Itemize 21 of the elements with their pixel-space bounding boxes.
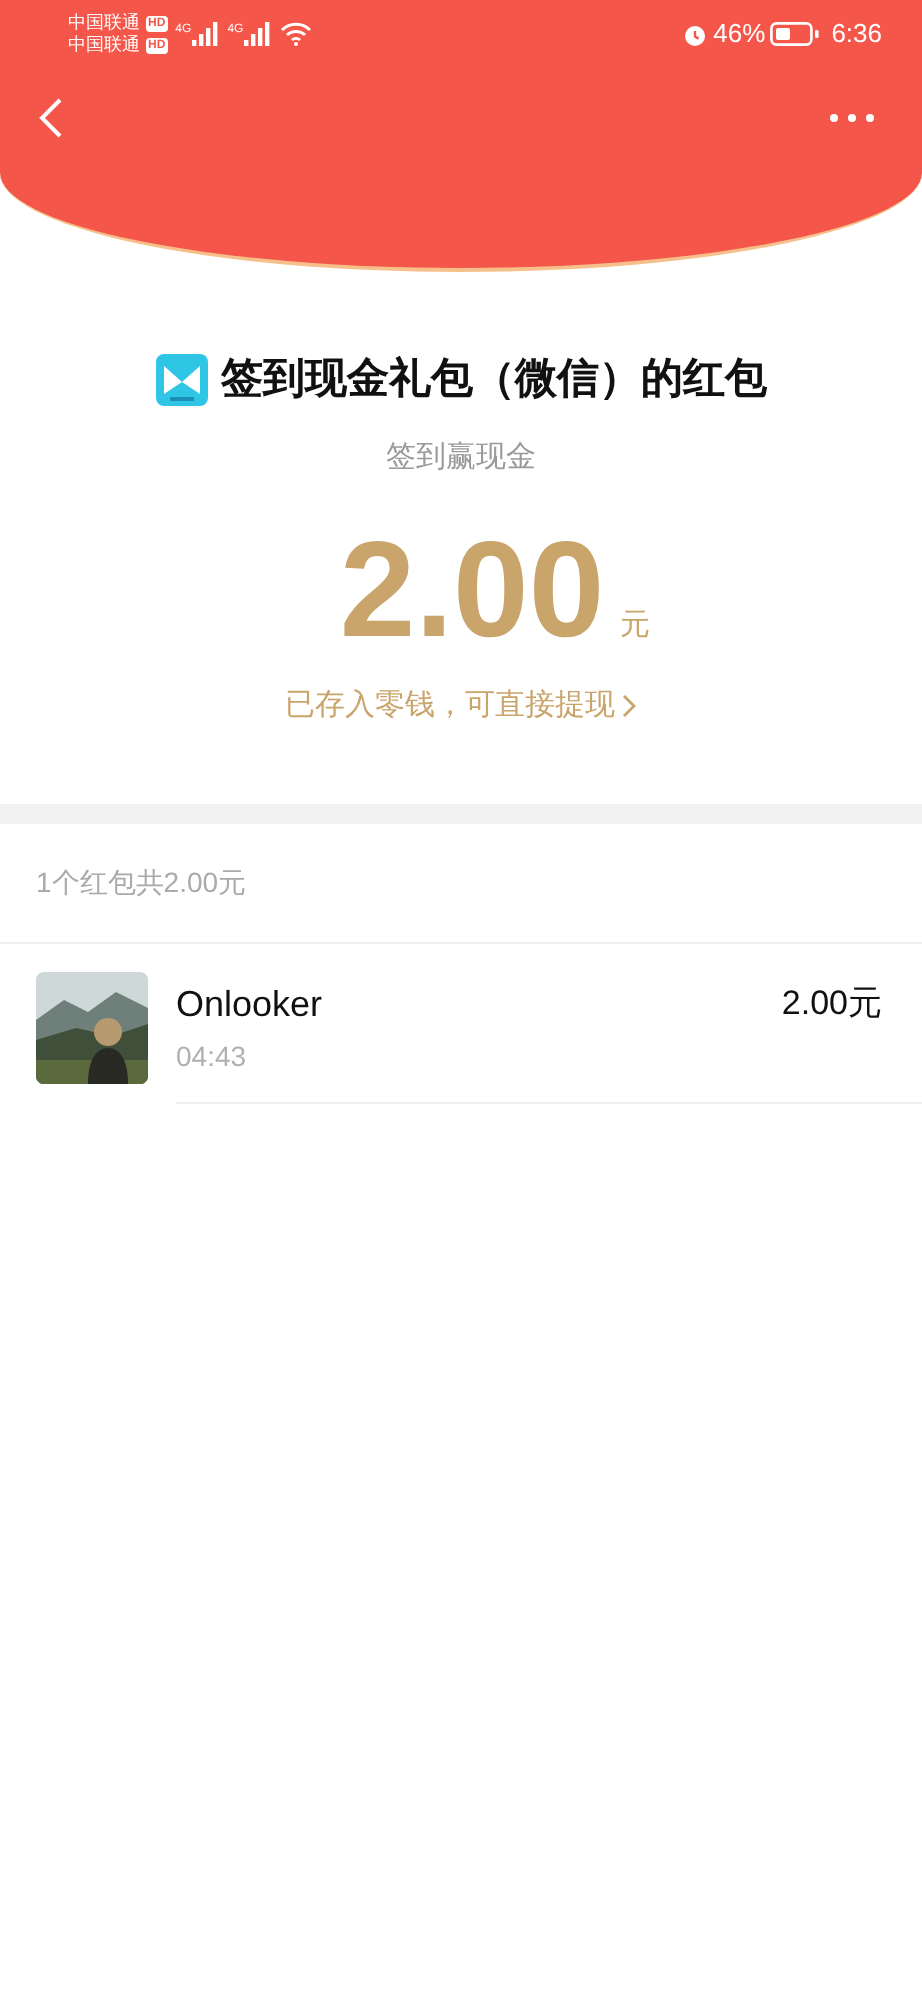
signal-icon [243, 22, 272, 46]
more-button[interactable] [826, 110, 878, 126]
clock-time: 6:36 [831, 16, 882, 53]
battery-icon [769, 22, 820, 46]
alarm-icon [681, 21, 708, 47]
carrier-label: 中国联通 [68, 12, 140, 34]
chevron-icon [621, 694, 637, 719]
carrier-label: 中国联通 [68, 34, 140, 56]
record-amount: 2.00元 [781, 982, 882, 1026]
amount-unit: 元 [620, 605, 651, 645]
signal-icon [191, 22, 220, 46]
battery-percent: 46% [713, 16, 766, 53]
sender-name: Onlooker [176, 982, 323, 1028]
change-link[interactable]: 已存入零钱，可直接提现 [285, 684, 637, 729]
envelope-subtitle: 签到赢现金 [386, 437, 536, 477]
amount: 2.00 [339, 520, 605, 660]
received-time: 04:43 [176, 1038, 249, 1076]
wifi-icon [279, 22, 312, 46]
app-logo-icon [155, 353, 207, 406]
envelope-title: 签到现金礼包（微信）的红包 [221, 354, 767, 406]
summary-text: 1个红包共2.00元 [36, 863, 247, 901]
